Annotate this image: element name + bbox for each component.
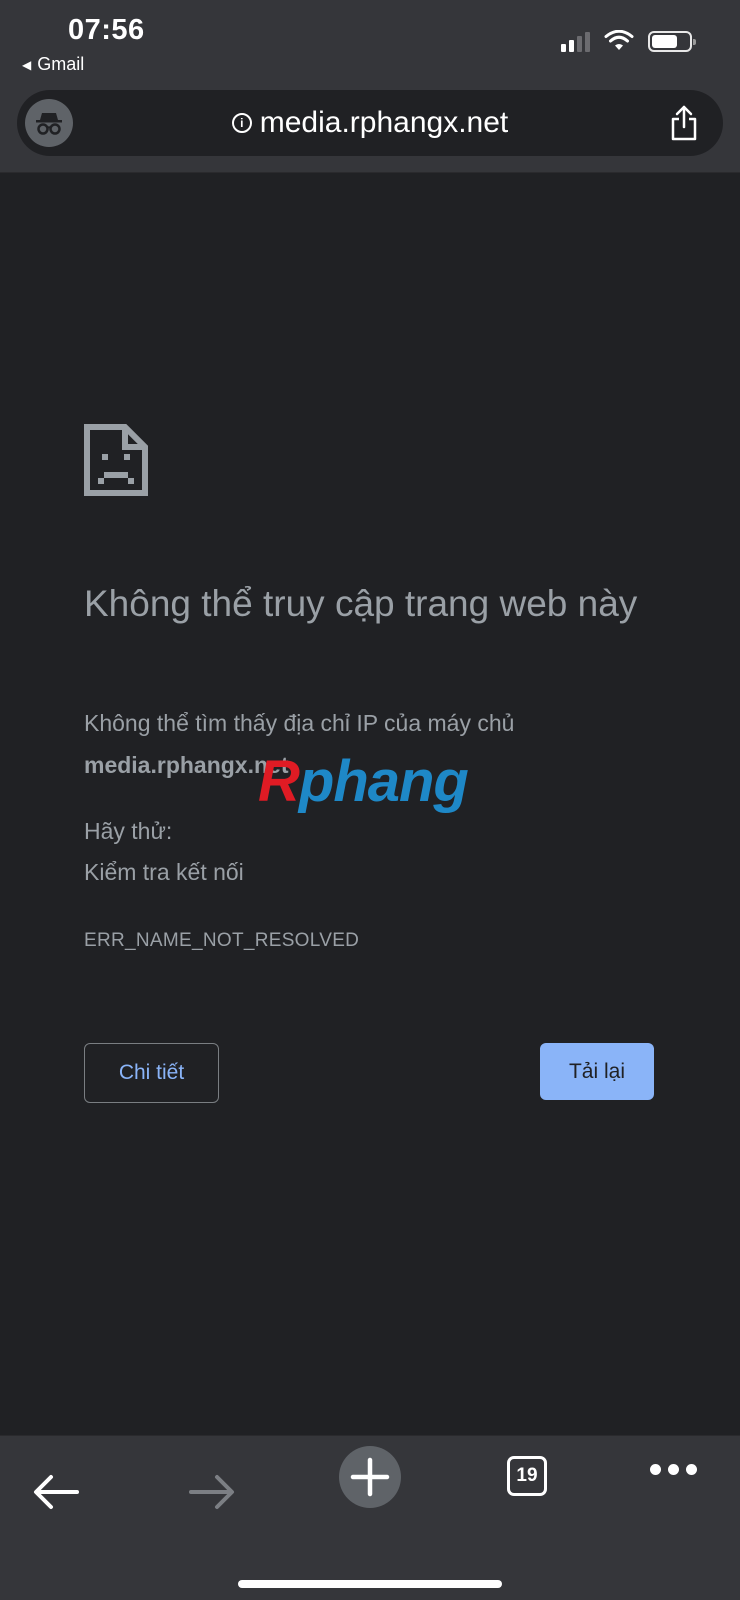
watermark-logo: Rphang — [258, 749, 469, 814]
wifi-icon — [604, 30, 634, 50]
new-tab-button[interactable] — [339, 1446, 401, 1508]
battery-fill — [652, 34, 678, 48]
status-time: 07:56 — [68, 14, 145, 46]
url-text: media.rphangx.net — [259, 106, 509, 139]
back-arrow-icon — [34, 1475, 79, 1509]
status-icons — [561, 30, 696, 52]
url-display[interactable]: i media.rphangx.net — [17, 90, 723, 156]
battery-icon — [648, 30, 696, 52]
back-button[interactable] — [28, 1464, 84, 1520]
back-triangle-icon: ◀ — [22, 57, 32, 72]
try-label: Hãy thử: — [84, 818, 173, 844]
sad-document-icon — [84, 424, 148, 496]
back-app-label: Gmail — [37, 54, 85, 74]
cellular-signal-icon — [561, 30, 590, 52]
home-indicator[interactable] — [238, 1580, 502, 1588]
error-title: Không thể truy cập trang web này — [84, 583, 638, 624]
try-item-check-connection: Kiểm tra kết nối — [84, 859, 244, 885]
tab-switcher-button[interactable]: 19 — [507, 1456, 547, 1496]
top-chrome: 07:56 ◀ Gmail i media.rphangx.net — [0, 0, 740, 173]
url-bar[interactable]: i media.rphangx.net — [17, 90, 723, 156]
info-icon[interactable]: i — [231, 113, 252, 133]
share-icon[interactable] — [669, 105, 699, 141]
error-code: ERR_NAME_NOT_RESOLVED — [84, 930, 360, 951]
back-to-app-link[interactable]: ◀ Gmail — [22, 54, 84, 75]
error-description: Không thể tìm thấy địa chỉ IP của máy ch… — [84, 710, 515, 736]
forward-arrow-icon — [189, 1475, 234, 1509]
plus-icon — [350, 1457, 390, 1497]
details-button[interactable]: Chi tiết — [84, 1043, 219, 1103]
more-dots-icon[interactable] — [650, 1464, 697, 1475]
reload-button[interactable]: Tải lại — [540, 1043, 654, 1100]
bottom-toolbar: 19 — [0, 1435, 740, 1600]
forward-button[interactable] — [184, 1464, 240, 1520]
